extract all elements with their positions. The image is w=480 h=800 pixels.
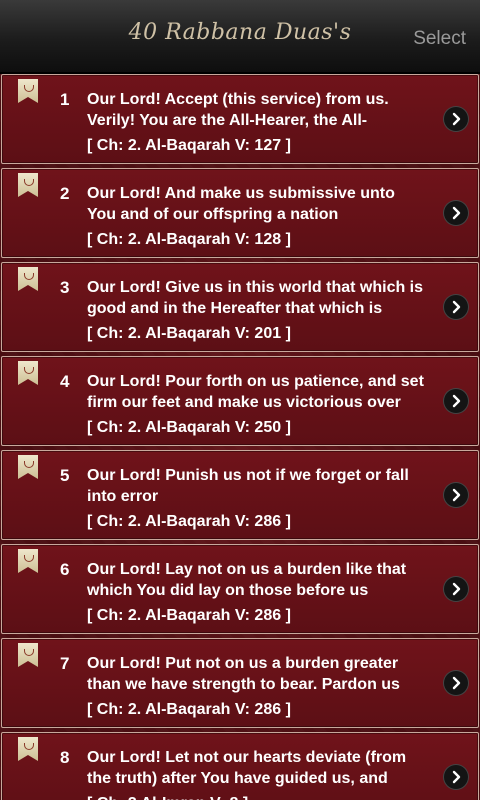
dua-text: Our Lord! Give us in this world that whi… xyxy=(87,279,424,317)
dua-reference: [ Ch: 2. Al-Baqarah V: 128 ] xyxy=(87,231,291,248)
dua-row[interactable]: 7 Our Lord! Put not on us a burden greate… xyxy=(1,638,479,728)
dua-number: 4 xyxy=(60,372,70,391)
dua-number: 3 xyxy=(60,278,70,297)
dua-number: 5 xyxy=(60,466,70,485)
dua-number: 6 xyxy=(60,560,70,579)
bookmark-icon[interactable] xyxy=(18,79,38,103)
dua-text: Our Lord! And make us submissive unto Yo… xyxy=(87,185,395,223)
chevron-right-icon[interactable] xyxy=(444,201,468,225)
dua-reference: [ Ch: 2. Al-Baqarah V: 286 ] xyxy=(87,607,291,624)
dua-reference: [ Ch: 3 Al-Imran V: 8 ] xyxy=(87,795,248,800)
dua-row[interactable]: 3 Our Lord! Give us in this world that wh… xyxy=(1,262,479,352)
dua-text: Our Lord! Put not on us a burden greater… xyxy=(87,655,400,693)
chevron-right-icon[interactable] xyxy=(444,295,468,319)
dua-row[interactable]: 6 Our Lord! Lay not on us a burden like t… xyxy=(1,544,479,634)
chevron-right-icon[interactable] xyxy=(444,389,468,413)
header-bar: 40 Rabbana Duas's Select xyxy=(0,0,480,74)
dua-row[interactable]: 2 Our Lord! And make us submissive unto Y… xyxy=(1,168,479,258)
dua-number: 2 xyxy=(60,184,70,203)
bookmark-icon[interactable] xyxy=(18,737,38,761)
dua-number: 8 xyxy=(60,748,70,767)
dua-number: 7 xyxy=(60,654,70,673)
app-title: 40 Rabbana Duas's xyxy=(128,20,352,45)
bookmark-icon[interactable] xyxy=(18,267,38,291)
dua-row[interactable]: 5 Our Lord! Punish us not if we forget or… xyxy=(1,450,479,540)
dua-text: Our Lord! Let not our hearts deviate (fr… xyxy=(87,749,407,787)
dua-number: 1 xyxy=(60,90,70,109)
chevron-right-icon[interactable] xyxy=(444,483,468,507)
dua-row[interactable]: 8 Our Lord! Let not our hearts deviate (f… xyxy=(1,732,479,800)
chevron-right-icon[interactable] xyxy=(444,671,468,695)
bookmark-icon[interactable] xyxy=(18,173,38,197)
bookmark-icon[interactable] xyxy=(18,643,38,667)
dua-reference: [ Ch: 2. Al-Baqarah V: 127 ] xyxy=(87,137,291,154)
dua-row[interactable]: 4 Our Lord! Pour forth on us patience, an… xyxy=(1,356,479,446)
chevron-right-icon[interactable] xyxy=(444,107,468,131)
dua-text: Our Lord! Punish us not if we forget or … xyxy=(87,467,409,505)
app-screen: 40 Rabbana Duas's Select 1 Our Lord! Acce… xyxy=(0,0,480,800)
dua-reference: [ Ch: 2. Al-Baqarah V: 201 ] xyxy=(87,325,291,342)
bookmark-icon[interactable] xyxy=(18,455,38,479)
bookmark-icon[interactable] xyxy=(18,549,38,573)
dua-row[interactable]: 1 Our Lord! Accept (this service) from us… xyxy=(1,74,479,164)
dua-text: Our Lord! Pour forth on us patience, and… xyxy=(87,373,424,411)
dua-reference: [ Ch: 2. Al-Baqarah V: 286 ] xyxy=(87,701,291,718)
select-button[interactable]: Select xyxy=(413,28,466,50)
dua-list: 1 Our Lord! Accept (this service) from us… xyxy=(0,74,480,800)
chevron-right-icon[interactable] xyxy=(444,577,468,601)
bookmark-icon[interactable] xyxy=(18,361,38,385)
dua-text: Our Lord! Accept (this service) from us.… xyxy=(87,91,389,129)
dua-text: Our Lord! Lay not on us a burden like th… xyxy=(87,561,407,599)
dua-reference: [ Ch: 2. Al-Baqarah V: 250 ] xyxy=(87,419,291,436)
chevron-right-icon[interactable] xyxy=(444,765,468,789)
dua-reference: [ Ch: 2. Al-Baqarah V: 286 ] xyxy=(87,513,291,530)
